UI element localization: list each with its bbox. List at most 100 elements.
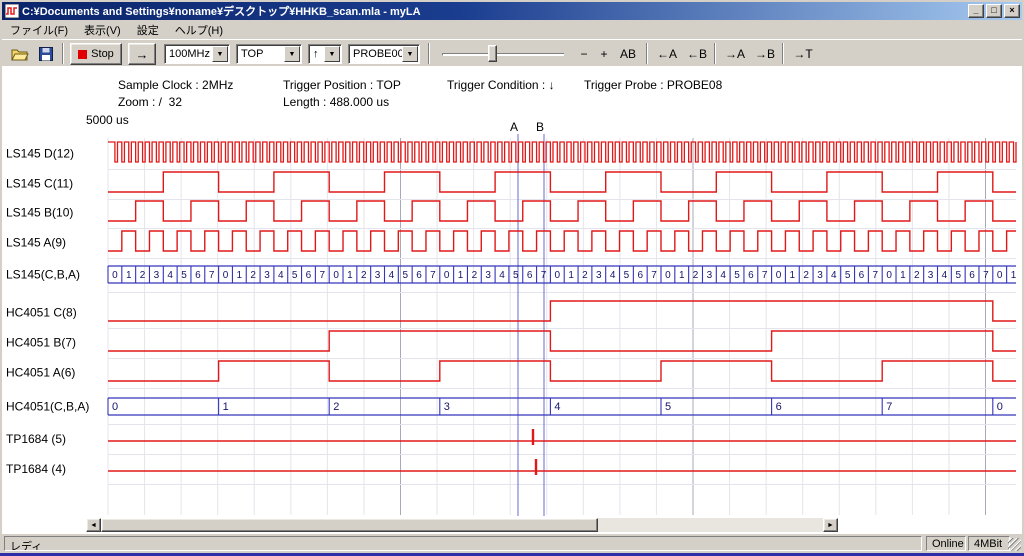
svg-text:1: 1 xyxy=(1011,270,1017,281)
titlebar[interactable]: C:¥Documents and Settings¥noname¥デスクトップ¥… xyxy=(2,2,1022,20)
svg-text:0: 0 xyxy=(665,270,671,281)
svg-text:3: 3 xyxy=(444,401,450,413)
window-title: C:¥Documents and Settings¥noname¥デスクトップ¥… xyxy=(22,3,966,19)
svg-text:5: 5 xyxy=(665,401,671,413)
trigger-position-combo[interactable]: TOP ▼ xyxy=(236,44,302,64)
scroll-right-button[interactable]: ► xyxy=(823,518,838,532)
svg-text:HC4051(C,B,A): HC4051(C,B,A) xyxy=(6,400,89,414)
horizontal-scrollbar[interactable]: ◄ ► xyxy=(86,518,838,532)
status-message: レディ xyxy=(4,536,922,551)
sample-clock-combo[interactable]: 100MHz ▼ xyxy=(164,44,230,64)
trigger-edge-value: ↑ xyxy=(309,48,324,60)
goto-trigger-button[interactable]: →T xyxy=(790,44,816,64)
zoom-info: Zoom : / 32 xyxy=(118,95,182,109)
svg-text:4: 4 xyxy=(389,270,395,281)
minimize-button[interactable]: _ xyxy=(968,4,984,18)
svg-text:2: 2 xyxy=(693,270,699,281)
zoom-slider-thumb[interactable] xyxy=(488,45,497,62)
svg-text:1: 1 xyxy=(237,270,243,281)
svg-text:3: 3 xyxy=(264,270,270,281)
zoom-out-button[interactable]: − xyxy=(576,44,592,64)
trigger-probe-combo[interactable]: PROBE00 ▼ xyxy=(348,44,420,64)
zoom-in-button[interactable]: + xyxy=(596,44,612,64)
svg-text:LS145 A(9): LS145 A(9) xyxy=(6,236,66,250)
svg-text:2: 2 xyxy=(140,270,146,281)
resize-grip-icon[interactable] xyxy=(1008,538,1021,551)
maximize-button[interactable]: □ xyxy=(986,4,1002,18)
menu-view[interactable]: 表示(V) xyxy=(76,20,129,40)
svg-text:6: 6 xyxy=(195,270,201,281)
stop-icon xyxy=(78,50,87,59)
svg-text:5: 5 xyxy=(292,270,298,281)
toolbar-separator xyxy=(62,43,64,64)
svg-text:7: 7 xyxy=(541,270,547,281)
svg-text:1: 1 xyxy=(458,270,464,281)
goto-marker-b-left-button[interactable]: ←B xyxy=(684,44,710,64)
svg-text:TP1684 (4): TP1684 (4) xyxy=(6,462,66,476)
svg-text:0: 0 xyxy=(886,270,892,281)
svg-text:LS145(C,B,A): LS145(C,B,A) xyxy=(6,268,80,282)
svg-text:0: 0 xyxy=(776,270,782,281)
menu-file[interactable]: ファイル(F) xyxy=(2,20,76,40)
menu-settings[interactable]: 設定 xyxy=(129,20,167,40)
svg-text:1: 1 xyxy=(900,270,906,281)
folder-open-icon xyxy=(11,47,29,61)
zoom-slider[interactable] xyxy=(436,43,568,65)
toolbar-separator xyxy=(714,43,716,64)
svg-text:3: 3 xyxy=(707,270,713,281)
chevron-down-icon[interactable]: ▼ xyxy=(212,46,228,62)
trigger-edge-combo[interactable]: ↑ ▼ xyxy=(308,44,342,64)
ab-markers-button[interactable]: AB xyxy=(616,44,640,64)
stop-button[interactable]: Stop xyxy=(70,43,122,65)
scroll-left-button[interactable]: ◄ xyxy=(86,518,101,532)
svg-text:6: 6 xyxy=(748,270,754,281)
svg-text:6: 6 xyxy=(306,270,312,281)
svg-text:3: 3 xyxy=(596,270,602,281)
chevron-down-icon[interactable]: ▼ xyxy=(284,46,300,62)
svg-text:3: 3 xyxy=(817,270,823,281)
svg-text:HC4051 A(6): HC4051 A(6) xyxy=(6,366,75,380)
svg-text:HC4051 C(8): HC4051 C(8) xyxy=(6,306,77,320)
toolbar-separator xyxy=(782,43,784,64)
trigger-condition-info: Trigger Condition : ↓ xyxy=(447,78,555,92)
svg-text:2: 2 xyxy=(914,270,920,281)
svg-text:5: 5 xyxy=(734,270,740,281)
svg-text:A: A xyxy=(510,120,518,134)
close-button[interactable]: × xyxy=(1004,4,1020,18)
svg-text:5: 5 xyxy=(845,270,851,281)
trigger-position-value: TOP xyxy=(237,48,284,60)
goto-marker-a-right-button[interactable]: →A xyxy=(722,44,748,64)
svg-text:0: 0 xyxy=(444,270,450,281)
open-file-button[interactable] xyxy=(8,43,32,65)
chevron-down-icon[interactable]: ▼ xyxy=(402,46,418,62)
floppy-disk-icon xyxy=(39,47,53,61)
svg-text:4: 4 xyxy=(720,270,726,281)
zoom-slider-track[interactable] xyxy=(442,53,564,56)
svg-text:0: 0 xyxy=(223,270,229,281)
svg-text:4: 4 xyxy=(499,270,505,281)
app-window: C:¥Documents and Settings¥noname¥デスクトップ¥… xyxy=(0,0,1024,556)
menu-help[interactable]: ヘルプ(H) xyxy=(167,20,231,40)
scrollbar-thumb[interactable] xyxy=(101,518,598,532)
svg-text:5: 5 xyxy=(181,270,187,281)
status-online: Online xyxy=(926,536,966,551)
svg-text:B: B xyxy=(536,120,544,134)
goto-marker-a-left-button[interactable]: ←A xyxy=(654,44,680,64)
svg-text:2: 2 xyxy=(582,270,588,281)
svg-text:1: 1 xyxy=(223,401,229,413)
svg-text:0: 0 xyxy=(333,270,339,281)
svg-text:7: 7 xyxy=(983,270,989,281)
svg-text:7: 7 xyxy=(886,401,892,413)
svg-text:1: 1 xyxy=(679,270,685,281)
svg-text:4: 4 xyxy=(554,401,560,413)
run-button[interactable]: → xyxy=(128,43,156,65)
save-button[interactable] xyxy=(34,43,58,65)
svg-text:0: 0 xyxy=(112,270,118,281)
svg-text:HC4051 B(7): HC4051 B(7) xyxy=(6,336,76,350)
svg-text:7: 7 xyxy=(320,270,326,281)
waveform-display[interactable]: ABLS145 D(12)LS145 C(11)LS145 B(10)LS145… xyxy=(0,112,1024,518)
svg-text:7: 7 xyxy=(209,270,215,281)
svg-text:2: 2 xyxy=(361,270,367,281)
chevron-down-icon[interactable]: ▼ xyxy=(324,46,340,62)
goto-marker-b-right-button[interactable]: →B xyxy=(752,44,778,64)
